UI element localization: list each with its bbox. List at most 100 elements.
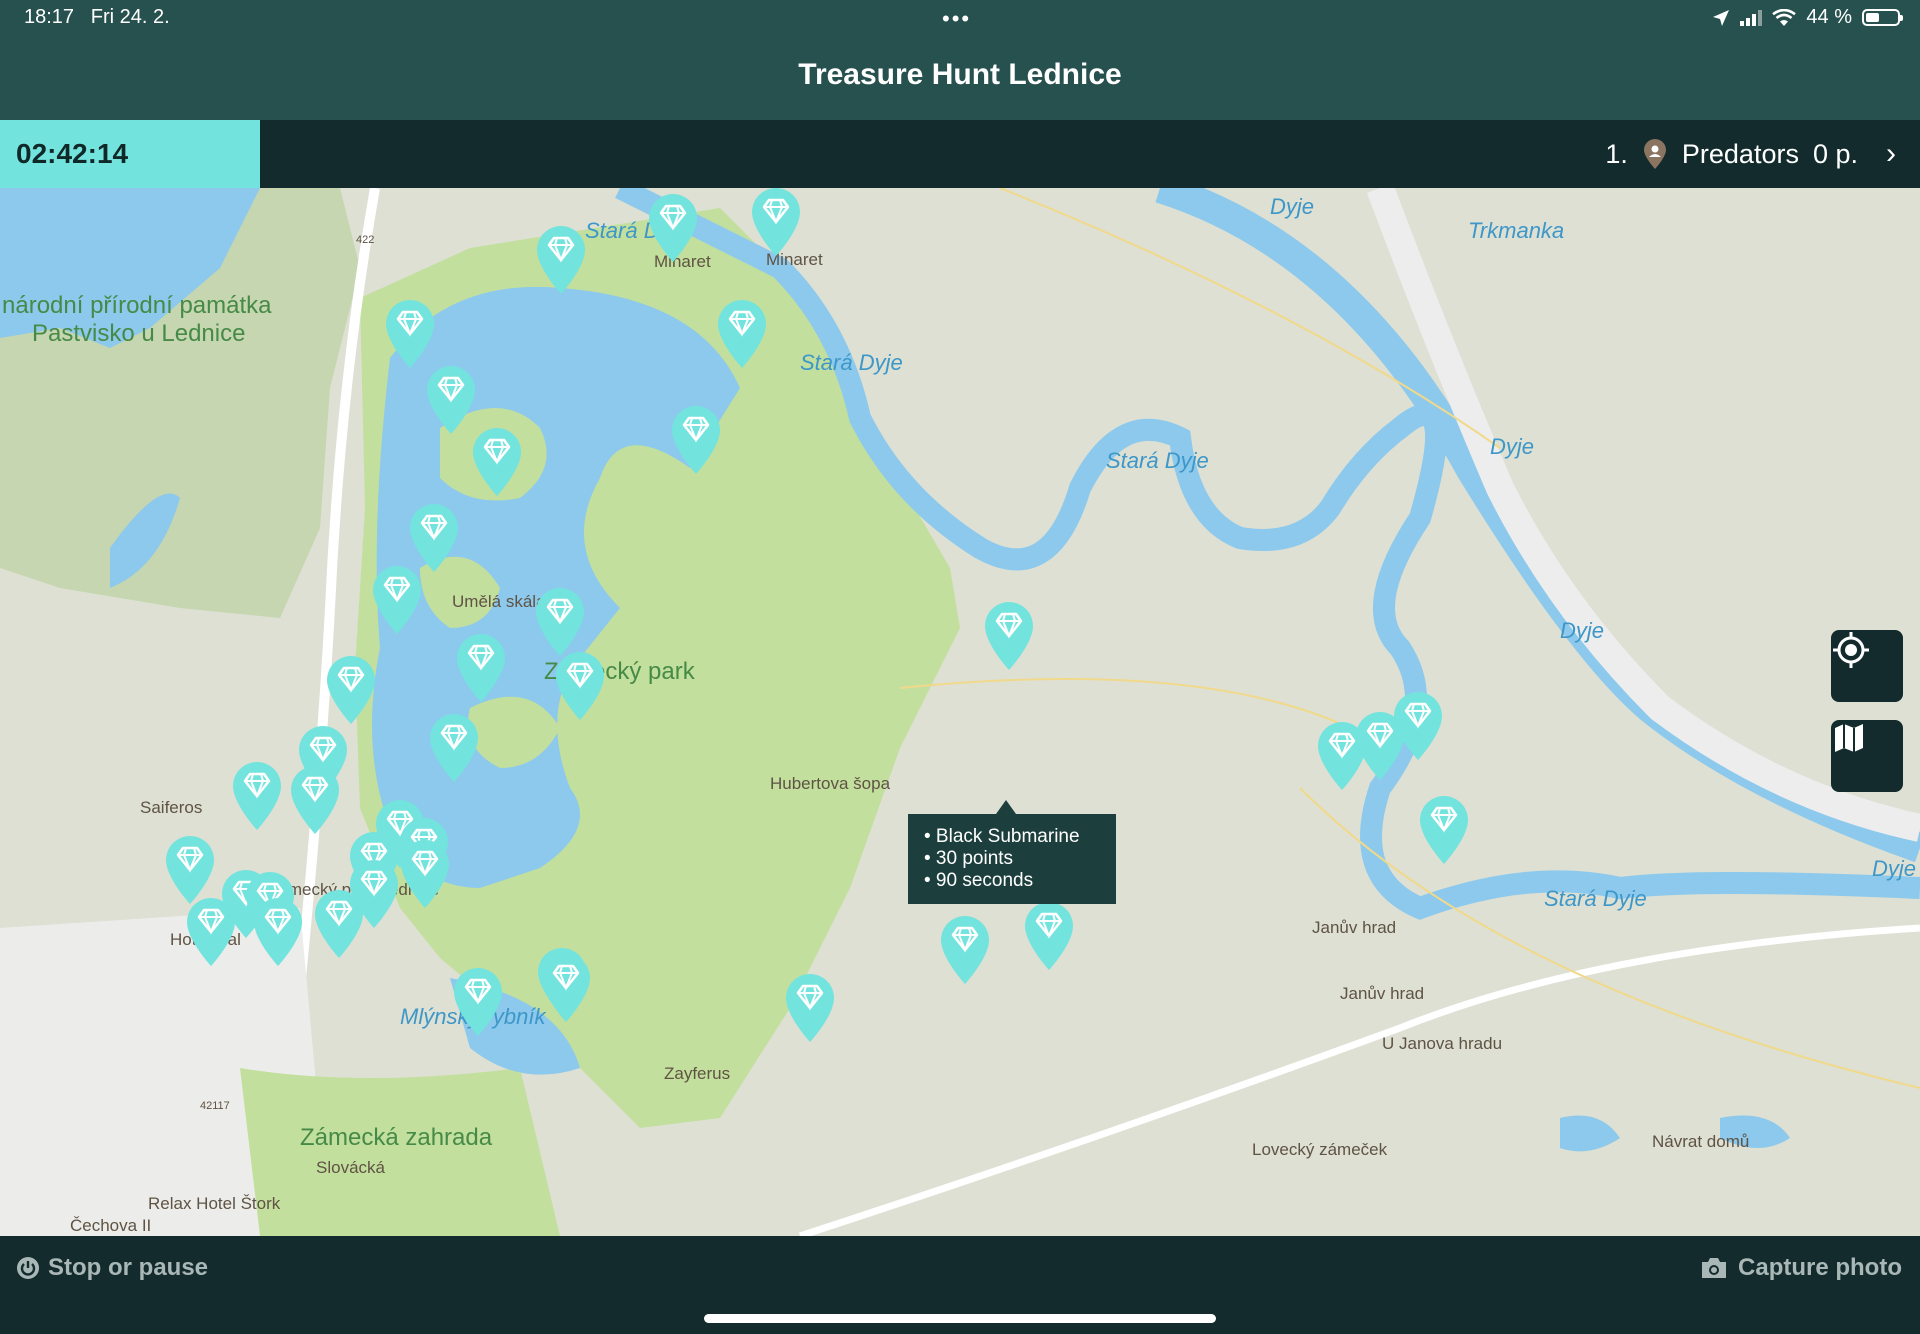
capture-photo-button[interactable]: Capture photo — [1700, 1254, 1902, 1282]
map-background — [0, 188, 1920, 1236]
chevron-right-icon: › — [1886, 137, 1896, 170]
treasure-pin[interactable] — [311, 886, 367, 960]
diamond-pin-icon — [291, 766, 339, 834]
diamond-pin-icon — [1420, 796, 1468, 864]
tooltip-line-time: • 90 seconds — [924, 870, 1034, 891]
top-bar: 18:17 Fri 24. 2. ••• 44 % Treasure Hunt … — [0, 0, 1920, 120]
diamond-pin-icon — [454, 968, 502, 1036]
cellular-signal-icon — [1740, 9, 1763, 26]
treasure-pin[interactable] — [1021, 898, 1077, 972]
location-arrow-icon — [1713, 9, 1730, 26]
treasure-pin[interactable] — [397, 836, 453, 910]
diamond-pin-icon — [430, 714, 478, 782]
diamond-pin-icon — [315, 890, 363, 958]
crosshair-icon — [1833, 632, 1869, 668]
treasure-pin[interactable] — [450, 964, 506, 1038]
team-name: Predators — [1681, 138, 1799, 169]
map-label: Pastvisko u Lednice — [32, 320, 246, 347]
diamond-pin-icon — [473, 428, 521, 496]
wifi-icon — [1772, 8, 1797, 26]
map-label: Stará Dyje — [1106, 448, 1209, 473]
diamond-pin-icon — [537, 226, 585, 294]
diamond-pin-icon — [457, 634, 505, 702]
treasure-pin[interactable] — [453, 630, 509, 704]
map-label: Janův hrad — [1312, 918, 1397, 937]
status-indicators: 44 % — [1712, 6, 1903, 29]
diamond-pin-icon — [386, 300, 434, 368]
map-label: Návrat domů — [1652, 1132, 1750, 1151]
camera-icon — [1702, 1258, 1727, 1278]
treasure-pin[interactable] — [426, 710, 482, 784]
map-label: Dyje — [1872, 856, 1917, 881]
battery-percent: 44 % — [1806, 6, 1852, 28]
status-time-date: 18:17 Fri 24. 2. — [24, 6, 170, 29]
map-label: Trkmanka — [1468, 218, 1565, 243]
map-label: Slovácká — [316, 1158, 385, 1177]
treasure-pin[interactable] — [183, 894, 239, 968]
diamond-pin-icon — [985, 602, 1033, 670]
home-indicator[interactable] — [704, 1314, 1216, 1323]
leaderboard-button[interactable]: 1. Predators 0 p. › — [1605, 120, 1896, 188]
capture-label: Capture photo — [1738, 1254, 1902, 1281]
treasure-pin[interactable] — [250, 894, 306, 968]
team-pin-icon — [1643, 139, 1666, 169]
treasure-pin[interactable] — [714, 296, 770, 370]
map-label: Dyje — [1560, 618, 1605, 643]
treasure-pin[interactable] — [645, 190, 701, 264]
diamond-pin-icon — [1025, 902, 1073, 970]
locate-me-button[interactable] — [1831, 630, 1903, 702]
treasure-pin[interactable] — [1390, 688, 1446, 762]
treasure-pin[interactable] — [533, 222, 589, 296]
diamond-pin-icon — [556, 652, 604, 720]
diamond-pin-icon — [941, 916, 989, 984]
treasure-pin[interactable] — [782, 970, 838, 1044]
treasure-pin[interactable] — [668, 402, 724, 476]
treasure-pin[interactable] — [323, 652, 379, 726]
diamond-pin-icon — [536, 588, 584, 656]
map-layers-button[interactable] — [1831, 720, 1903, 792]
tooltip-line-name: • Black Submarine — [924, 826, 1080, 847]
tooltip-line-points: • 30 points — [924, 848, 1014, 869]
map-label: 42117 — [200, 1100, 230, 1112]
treasure-pin[interactable] — [229, 758, 285, 832]
multitasking-dots-icon[interactable]: ••• — [942, 6, 971, 32]
map-label: Dyje — [1270, 194, 1315, 219]
diamond-pin-icon — [672, 406, 720, 474]
treasure-tooltip: • Black Submarine • 30 points • 90 secon… — [908, 800, 1116, 904]
power-icon — [17, 1257, 39, 1279]
diamond-pin-icon — [752, 188, 800, 256]
treasure-pin[interactable] — [532, 584, 588, 658]
info-bar: 02:42:14 1. Predators 0 p. › — [0, 120, 1920, 188]
treasure-pin[interactable] — [382, 296, 438, 370]
diamond-pin-icon — [718, 300, 766, 368]
map-label: Dyje — [1490, 434, 1535, 459]
treasure-pin[interactable] — [369, 562, 425, 636]
treasure-pin[interactable] — [981, 598, 1037, 672]
treasure-pin[interactable] — [937, 912, 993, 986]
diamond-pin-icon — [327, 656, 375, 724]
map-label: Relax Hotel Štork — [148, 1194, 281, 1213]
diamond-pin-icon — [786, 974, 834, 1042]
map-label: Hubertova šopa — [770, 774, 891, 793]
team-rank: 1. — [1605, 138, 1628, 169]
map-label: Čechova II — [70, 1216, 152, 1235]
team-points: 0 p. — [1812, 138, 1858, 169]
diamond-pin-icon — [373, 566, 421, 634]
treasure-pin[interactable] — [469, 424, 525, 498]
status-date: Fri 24. 2. — [90, 6, 170, 28]
treasure-pin[interactable] — [748, 188, 804, 258]
map-icon — [1835, 724, 1863, 752]
map-label: 422 — [356, 234, 375, 246]
treasure-pin[interactable] — [538, 950, 594, 1024]
countdown-timer: 02:42:14 — [0, 120, 260, 188]
battery-icon — [1862, 9, 1903, 26]
treasure-pin[interactable] — [552, 648, 608, 722]
diamond-pin-icon — [233, 762, 281, 830]
map-label: Lovecký zámeček — [1252, 1140, 1388, 1159]
treasure-pin[interactable] — [287, 762, 343, 836]
stop-pause-button[interactable]: Stop or pause — [16, 1254, 208, 1282]
map-label: Zayferus — [664, 1064, 731, 1083]
diamond-pin-icon — [542, 954, 590, 1022]
map-view[interactable]: národní přírodní památka Pastvisko u Led… — [0, 188, 1920, 1236]
treasure-pin[interactable] — [1416, 792, 1472, 866]
